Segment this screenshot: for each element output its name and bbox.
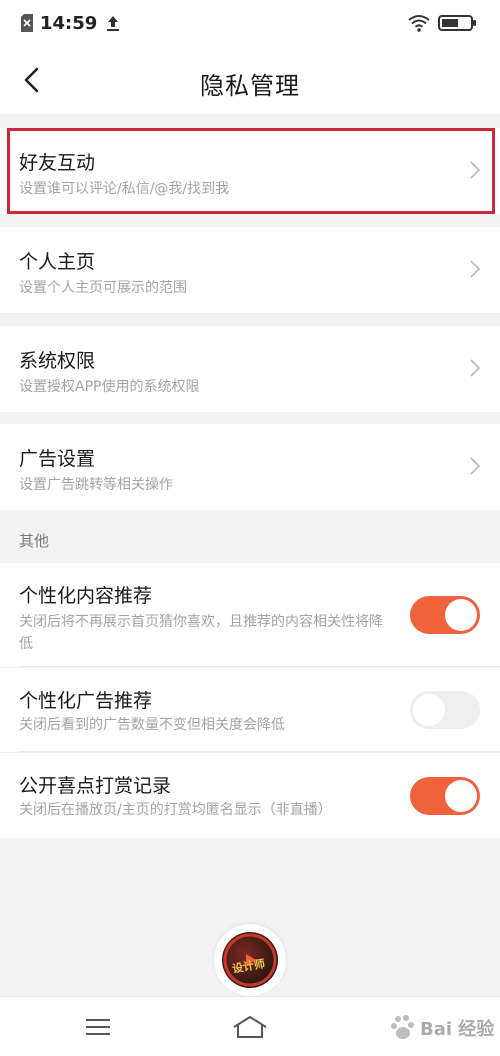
baidu-watermark: Bai 经验 xyxy=(390,1007,494,1047)
ad-recommendation-toggle[interactable] xyxy=(410,691,480,729)
settings-card-personal-homepage[interactable]: 个人主页 设置个人主页可展示的范围 xyxy=(0,227,500,313)
bottom-system-bar: Bai 经验 xyxy=(0,996,500,1056)
toggle-row-ad-recommendation: 个性化广告推荐 关闭后看到的广告数量不变但相关度会降低 xyxy=(0,668,500,752)
chevron-right-icon xyxy=(470,161,481,179)
toggle-row-public-tip-record: 公开喜点打赏记录 关闭后在播放页/主页的打赏均匿名显示（非直播） xyxy=(0,753,500,838)
wifi-icon xyxy=(408,14,430,32)
no-sim-icon xyxy=(20,14,34,32)
row-title: 广告设置 xyxy=(19,448,96,470)
row-subtitle: 设置个人主页可展示的范围 xyxy=(19,280,187,296)
settings-card-friend-interaction[interactable]: 好友互动 设置谁可以评论/私信/@我/找到我 xyxy=(0,128,500,214)
settings-row[interactable]: 个人主页 设置个人主页可展示的范围 xyxy=(0,227,500,313)
toggle-subtitle: 关闭后在播放页/主页的打赏均匿名显示（非直播） xyxy=(19,802,332,818)
page-title: 隐私管理 xyxy=(200,72,300,100)
content-recommendation-toggle[interactable] xyxy=(410,596,480,634)
navigation-bar: 隐私管理 xyxy=(0,46,500,114)
row-subtitle: 设置谁可以评论/私信/@我/找到我 xyxy=(19,181,230,197)
chevron-right-icon xyxy=(470,457,481,475)
row-title: 系统权限 xyxy=(19,350,96,372)
section-header-other: 其他 xyxy=(19,532,50,550)
status-left: 14:59 xyxy=(20,11,121,35)
toggle-subtitle: 关闭后将不再展示首页猜你喜欢，且推荐的内容相关性将降低 xyxy=(19,614,383,652)
toggle-title: 个性化内容推荐 xyxy=(19,585,153,607)
toggle-knob xyxy=(445,780,477,812)
battery-icon xyxy=(438,14,478,32)
avatar-image: 设计师 xyxy=(222,932,278,988)
toggle-row-content-recommendation: 个性化内容推荐 关闭后将不再展示首页猜你喜欢，且推荐的内容相关性将降低 xyxy=(0,563,500,667)
settings-card-ad-settings[interactable]: 广告设置 设置广告跳转等相关操作 xyxy=(0,424,500,510)
public-tip-record-toggle[interactable] xyxy=(410,777,480,815)
upload-icon xyxy=(105,14,121,32)
home-icon[interactable] xyxy=(232,1015,268,1039)
status-bar: 14:59 xyxy=(0,0,500,46)
row-title: 个人主页 xyxy=(19,251,96,273)
toggle-title: 个性化广告推荐 xyxy=(19,690,153,712)
toggle-title: 公开喜点打赏记录 xyxy=(19,775,172,797)
toggle-knob xyxy=(445,599,477,631)
settings-card-system-permissions[interactable]: 系统权限 设置授权APP使用的系统权限 xyxy=(0,326,500,412)
toggle-knob xyxy=(413,694,445,726)
menu-icon[interactable] xyxy=(86,1017,110,1037)
toggle-subtitle: 关闭后看到的广告数量不变但相关度会降低 xyxy=(19,717,285,733)
watermark-text: Bai 经验 xyxy=(420,1019,495,1040)
divider xyxy=(19,751,500,752)
settings-row[interactable]: 广告设置 设置广告跳转等相关操作 xyxy=(0,424,500,510)
chevron-right-icon xyxy=(470,260,481,278)
row-subtitle: 设置授权APP使用的系统权限 xyxy=(19,379,200,395)
status-right xyxy=(408,11,478,35)
settings-row[interactable]: 系统权限 设置授权APP使用的系统权限 xyxy=(0,326,500,412)
row-subtitle: 设置广告跳转等相关操作 xyxy=(19,477,173,493)
status-time: 14:59 xyxy=(40,12,98,34)
floating-player-avatar[interactable]: 设计师 xyxy=(214,924,286,996)
chevron-right-icon xyxy=(470,359,481,377)
settings-row[interactable]: 好友互动 设置谁可以评论/私信/@我/找到我 xyxy=(0,128,500,214)
row-title: 好友互动 xyxy=(19,152,96,174)
divider xyxy=(19,666,500,667)
